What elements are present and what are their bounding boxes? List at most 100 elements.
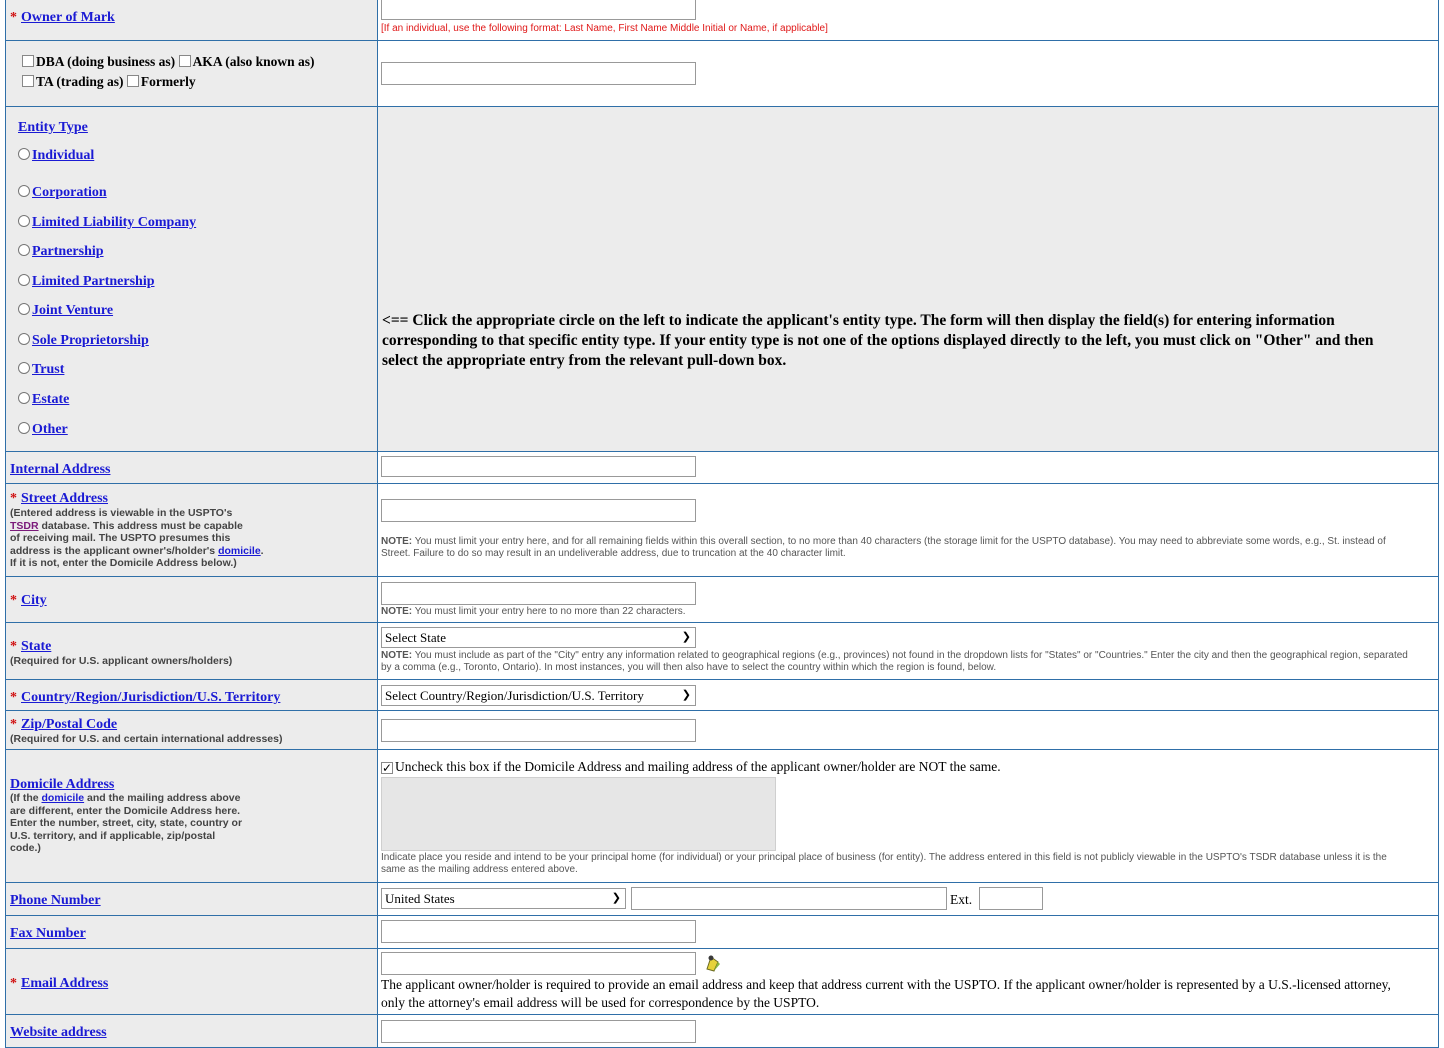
radio-button[interactable]: [18, 244, 30, 256]
owner-of-mark-link[interactable]: Owner of Mark: [21, 10, 115, 25]
city-link[interactable]: City: [21, 593, 47, 608]
note-text: You must include as part of the "City" e…: [381, 650, 1408, 673]
state-link[interactable]: State: [21, 639, 51, 654]
field-cell: ✓ Uncheck this box if the Domicile Addres…: [378, 750, 1438, 882]
internal-address-link[interactable]: Internal Address: [10, 462, 110, 477]
email-address-link[interactable]: Email Address: [21, 976, 108, 991]
radio-button[interactable]: [18, 185, 30, 197]
domicile-same-option[interactable]: ✓ Uncheck this box if the Domicile Addres…: [381, 759, 1001, 775]
phone-number-input[interactable]: [631, 887, 947, 910]
field-cell: United States ❯ Ext.: [378, 883, 1438, 915]
entity-option-corporation[interactable]: Corporation: [18, 185, 107, 201]
label-cell: Website address: [6, 1015, 378, 1047]
option-label: Trust: [32, 362, 65, 377]
field-cell: NOTE: You must limit your entry here to …: [378, 577, 1438, 622]
street-address-input[interactable]: [381, 499, 696, 522]
country-select[interactable]: Select Country/Region/Jurisdiction/U.S. …: [381, 685, 696, 706]
entity-option-other[interactable]: Other: [18, 422, 68, 438]
note-text: You must limit your entry here to no mor…: [412, 606, 686, 617]
entity-option-estate[interactable]: Estate: [18, 392, 69, 408]
street-address-row: * Street Address (Entered address is vie…: [5, 483, 1439, 576]
fax-number-link[interactable]: Fax Number: [10, 926, 86, 941]
email-row: * Email Address The applicant owner/hold…: [5, 948, 1439, 1014]
ta-label: TA (trading as): [36, 74, 124, 89]
country-row: * Country/Region/Jurisdiction/U.S. Terri…: [5, 679, 1439, 710]
radio-button[interactable]: [18, 215, 30, 227]
entity-option-individual[interactable]: Individual: [18, 148, 94, 164]
phone-ext-input[interactable]: [979, 887, 1043, 910]
field-cell: [378, 916, 1438, 948]
state-note: NOTE: You must include as part of the "C…: [381, 650, 1408, 674]
owner-format-note: [If an individual, use the following for…: [381, 23, 828, 34]
tsdr-link[interactable]: TSDR: [10, 520, 39, 532]
note-label: NOTE:: [381, 650, 413, 661]
selected-value: United States: [385, 891, 455, 906]
help-line: U.S. territory, and if applicable, zip/p…: [10, 829, 216, 842]
radio-button[interactable]: [18, 303, 30, 315]
domicile-link[interactable]: domicile: [42, 792, 85, 804]
selected-value: Select Country/Region/Jurisdiction/U.S. …: [385, 688, 644, 703]
entity-option-partnership[interactable]: Partnership: [18, 244, 104, 260]
help-line: database. This address must be capable: [41, 519, 243, 532]
radio-button[interactable]: [18, 392, 30, 404]
state-select[interactable]: Select State ❯: [381, 627, 696, 648]
domicile-textarea[interactable]: [381, 777, 776, 851]
entity-option-trust[interactable]: Trust: [18, 362, 64, 378]
state-help: (Required for U.S. applicant owners/hold…: [10, 655, 233, 667]
ta-checkbox[interactable]: [22, 75, 34, 87]
domicile-link[interactable]: domicile: [218, 545, 261, 557]
help-line: address is the applicant owner's/holder'…: [10, 544, 216, 557]
fax-number-input[interactable]: [381, 920, 696, 943]
field-cell: [378, 711, 1438, 749]
entity-option-llc[interactable]: Limited Liability Company: [18, 215, 196, 231]
domicile-note: Indicate place you reside and intend to …: [381, 852, 1387, 875]
note-text: You must limit your entry here, and for …: [381, 536, 1386, 559]
radio-button[interactable]: [18, 333, 30, 345]
street-address-note: NOTE: You must limit your entry here, an…: [381, 536, 1408, 560]
required-marker: *: [10, 491, 17, 506]
owner-of-mark-input[interactable]: [381, 0, 696, 20]
field-cell: Select Country/Region/Jurisdiction/U.S. …: [378, 680, 1438, 710]
website-address-link[interactable]: Website address: [10, 1025, 107, 1040]
zip-link[interactable]: Zip/Postal Code: [21, 717, 117, 732]
formerly-label: Formerly: [140, 74, 196, 89]
zip-input[interactable]: [381, 719, 696, 742]
required-marker: *: [10, 690, 17, 705]
formerly-checkbox[interactable]: [126, 75, 139, 87]
domicile-address-link[interactable]: Domicile Address: [10, 777, 114, 792]
entity-option-limited-partnership[interactable]: Limited Partnership: [18, 274, 155, 290]
selected-value: Select State: [385, 630, 447, 645]
radio-button[interactable]: [18, 274, 30, 286]
website-input[interactable]: [381, 1020, 696, 1043]
aka-checkbox[interactable]: [178, 55, 191, 67]
dba-checkbox[interactable]: [22, 55, 34, 67]
domicile-same-checkbox[interactable]: ✓: [381, 762, 393, 774]
chevron-down-icon: ❯: [611, 892, 621, 904]
domicile-help: (If the domicile and the mailing address…: [10, 792, 310, 855]
entity-option-joint-venture[interactable]: Joint Venture: [18, 303, 113, 319]
field-cell: [378, 1015, 1438, 1047]
help-line: Enter the number, street, city, state, c…: [10, 817, 243, 829]
help-line: are different, enter the Domicile Addres…: [10, 804, 241, 817]
entity-option-sole-proprietorship[interactable]: Sole Proprietorship: [18, 333, 149, 349]
radio-button[interactable]: [18, 148, 30, 160]
phone-number-link[interactable]: Phone Number: [10, 893, 101, 908]
entity-type-heading[interactable]: Entity Type: [18, 120, 88, 136]
chevron-down-icon: ❯: [681, 631, 691, 643]
dba-name-input[interactable]: [381, 62, 696, 85]
required-marker: *: [10, 593, 17, 608]
help-line: (If the: [10, 792, 39, 804]
internal-address-row: Internal Address: [5, 451, 1439, 483]
email-input[interactable]: [381, 952, 696, 975]
internal-address-input[interactable]: [381, 456, 696, 477]
radio-button[interactable]: [18, 362, 30, 374]
country-link[interactable]: Country/Region/Jurisdiction/U.S. Territo…: [21, 690, 280, 705]
required-marker: *: [10, 639, 17, 654]
street-address-link[interactable]: Street Address: [21, 491, 108, 506]
label-cell: Domicile Address (If the domicile and th…: [6, 750, 378, 882]
city-input[interactable]: [381, 582, 696, 605]
phone-country-select[interactable]: United States ❯: [381, 888, 626, 909]
checkbox-label: Uncheck this box if the Domicile Address…: [395, 759, 1001, 774]
edit-pencil-icon[interactable]: [703, 953, 723, 973]
radio-button[interactable]: [18, 422, 30, 434]
